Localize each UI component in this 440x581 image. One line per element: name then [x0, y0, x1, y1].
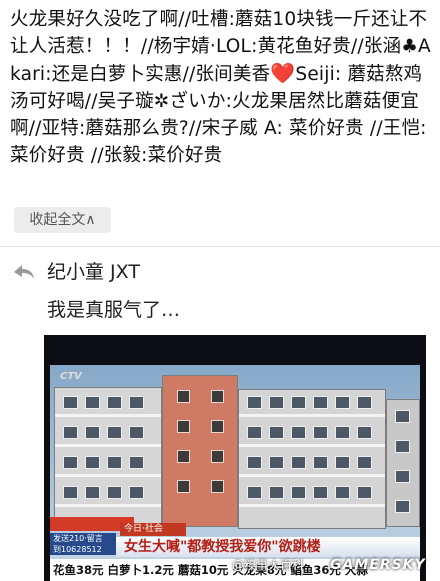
reply-username[interactable]: 纪小童 JXT: [47, 258, 140, 286]
building-left: [54, 387, 162, 527]
site-watermark: GAMERSKY: [330, 557, 426, 573]
price-ticker: 花鱼38元 白萝卜1.2元 蘑菇10元 火龙果8元 鲳鱼36元 大蒜: [53, 563, 368, 577]
collapse-text-button[interactable]: 收起全文∧: [14, 207, 111, 233]
divider: [0, 246, 440, 247]
building-far-right: [386, 399, 420, 527]
sms-info-line1: 发送210·留言: [53, 534, 103, 543]
sms-info-line2: 到10628512: [53, 545, 102, 554]
heart-icon: ❤️: [270, 61, 296, 85]
post-body: 火龙果好久没吃了啊//吐槽:蘑菇10块钱一斤还让不让人活惹！！！//杨宇婧·LO…: [10, 6, 435, 169]
video-screenshot[interactable]: CTV 今日·社会 发送210·留言 到10628512 女生大喊"都教授我爱你…: [44, 335, 426, 581]
reply-text: 我是真服气了…: [47, 299, 181, 321]
news-category-tag: 今日·社会: [120, 523, 186, 536]
channel-logo: CTV: [60, 371, 82, 382]
news-headline: 女生大喊"都教授我爱你"欲跳楼: [124, 539, 321, 555]
building-right: [238, 389, 386, 529]
reply-arrow-icon[interactable]: [13, 264, 35, 280]
tv-screen: CTV 今日·社会 发送210·留言 到10628512 女生大喊"都教授我爱你…: [50, 365, 420, 581]
building-center-red: [162, 375, 238, 527]
source-watermark: @糗事大百科: [232, 558, 305, 572]
